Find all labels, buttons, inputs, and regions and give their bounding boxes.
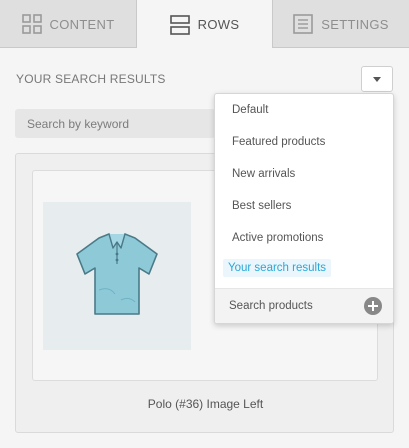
menu-item-active-promotions[interactable]: Active promotions (232, 232, 323, 244)
tab-settings-label: SETTINGS (321, 16, 389, 32)
menu-item-featured-products[interactable]: Featured products (232, 136, 325, 148)
plus-circle-icon[interactable] (364, 297, 382, 315)
product-thumbnail (43, 202, 191, 350)
grid-icon (21, 14, 42, 34)
menu-item-default[interactable]: Default (232, 104, 268, 116)
caret-down-icon (373, 76, 381, 82)
tab-bar: CONTENT ROWS SETTINGS (0, 0, 409, 49)
source-dropdown-menu: Default Featured products New arrivals B… (214, 93, 394, 324)
app-root: CONTENT ROWS SETTINGS YOUR SEARCH RESULT… (0, 0, 409, 448)
tab-rows[interactable]: ROWS (137, 0, 272, 49)
menu-item-new-arrivals[interactable]: New arrivals (232, 168, 295, 180)
tab-content[interactable]: CONTENT (0, 0, 137, 48)
menu-item-your-search-results[interactable]: Your search results (223, 259, 332, 277)
menu-item-best-sellers[interactable]: Best sellers (232, 200, 291, 212)
result-caption: Polo (#36) Image Left (147, 397, 264, 411)
search-products-label: Search products (229, 300, 313, 312)
tab-content-label: CONTENT (49, 16, 115, 32)
source-dropdown-button[interactable] (361, 66, 393, 92)
tab-rows-label: ROWS (197, 17, 240, 32)
menu-footer[interactable]: Search products (215, 288, 393, 323)
search-input[interactable] (15, 109, 215, 138)
rows-icon (169, 14, 190, 35)
polo-shirt-illustration (76, 233, 158, 315)
section-title: YOUR SEARCH RESULTS (16, 72, 166, 86)
tab-settings[interactable]: SETTINGS (272, 0, 409, 48)
settings-list-icon (293, 14, 314, 34)
